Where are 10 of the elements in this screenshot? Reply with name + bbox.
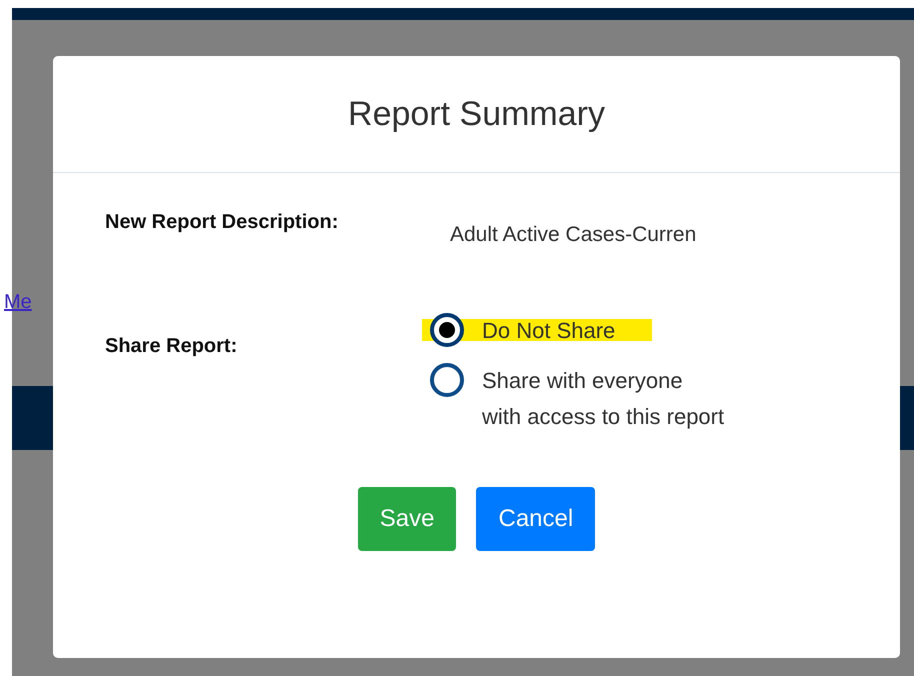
field-label: Share Report: xyxy=(105,335,238,359)
radio-button[interactable] xyxy=(430,363,464,397)
cancel-button[interactable]: Cancel xyxy=(476,487,596,551)
radio-label: Share with everyone with access to this report xyxy=(482,367,724,431)
radio-button[interactable] xyxy=(430,313,464,347)
radio-label: Do Not Share xyxy=(482,317,616,345)
field-label: New Report Description: xyxy=(105,211,340,235)
dialog-title: Report Summary xyxy=(348,94,605,134)
save-button[interactable]: Save xyxy=(358,487,456,551)
field-value: Adult Active Cases-Curren xyxy=(450,223,696,247)
